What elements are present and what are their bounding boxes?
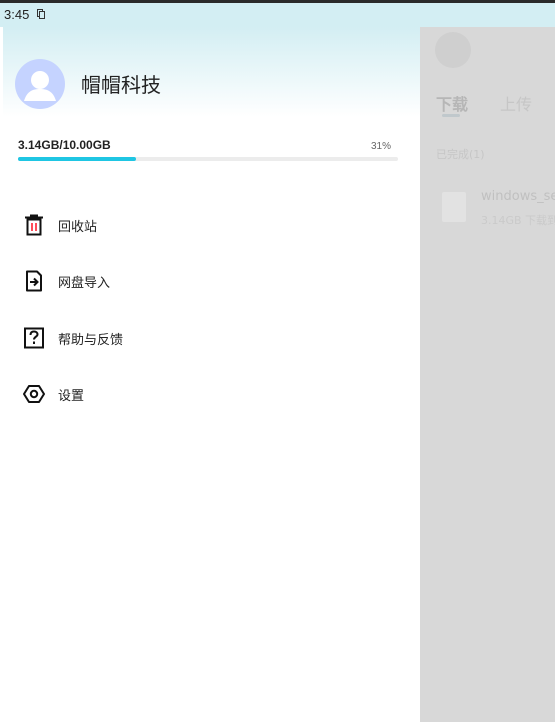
menu-label: 帮助与反馈 xyxy=(58,333,124,348)
storage-percent: 31% xyxy=(370,141,391,152)
bg-avatar xyxy=(435,32,471,68)
tab-upload[interactable]: 上传 xyxy=(500,91,532,115)
menu-item-recycle-bin[interactable]: 回收站 xyxy=(3,202,420,246)
copy-icon xyxy=(37,9,45,19)
file-import-icon xyxy=(26,270,42,292)
file-meta: 3.14GB 下载到 xyxy=(481,214,555,227)
menu-item-import[interactable]: 网盘导入 xyxy=(3,258,420,302)
storage-used: 3.14GB/10.00GB xyxy=(18,138,111,152)
status-time: 3:45 xyxy=(4,7,30,22)
user-avatar-icon[interactable] xyxy=(15,59,65,109)
menu-label: 网盘导入 xyxy=(58,276,111,291)
help-icon xyxy=(24,327,44,349)
navigation-drawer: 帽帽科技 3.14GB/10.00GB 31% 回收站 网盘导入 帮助与反馈 设… xyxy=(3,27,420,722)
menu-label: 回收站 xyxy=(58,220,98,235)
trash-icon xyxy=(25,214,43,236)
storage-bar xyxy=(18,157,398,161)
section-title: 已完成(1) xyxy=(436,148,485,161)
menu-item-settings[interactable]: 设置 xyxy=(3,371,420,415)
storage-bar-fill xyxy=(18,157,136,161)
drawer-header xyxy=(3,27,420,117)
menu-item-help[interactable]: 帮助与反馈 xyxy=(3,315,420,359)
user-name[interactable]: 帽帽科技 xyxy=(81,69,161,98)
file-icon xyxy=(442,192,466,222)
background-app[interactable]: 下载 上传 已完成(1) windows_sec 3.14GB 下载到 xyxy=(420,27,555,722)
tab-underline xyxy=(442,114,460,117)
settings-icon xyxy=(23,385,45,403)
file-name[interactable]: windows_sec xyxy=(481,189,555,204)
status-bar: 3:45 xyxy=(0,3,555,27)
tab-download[interactable]: 下载 xyxy=(436,91,468,115)
menu-label: 设置 xyxy=(58,389,85,404)
